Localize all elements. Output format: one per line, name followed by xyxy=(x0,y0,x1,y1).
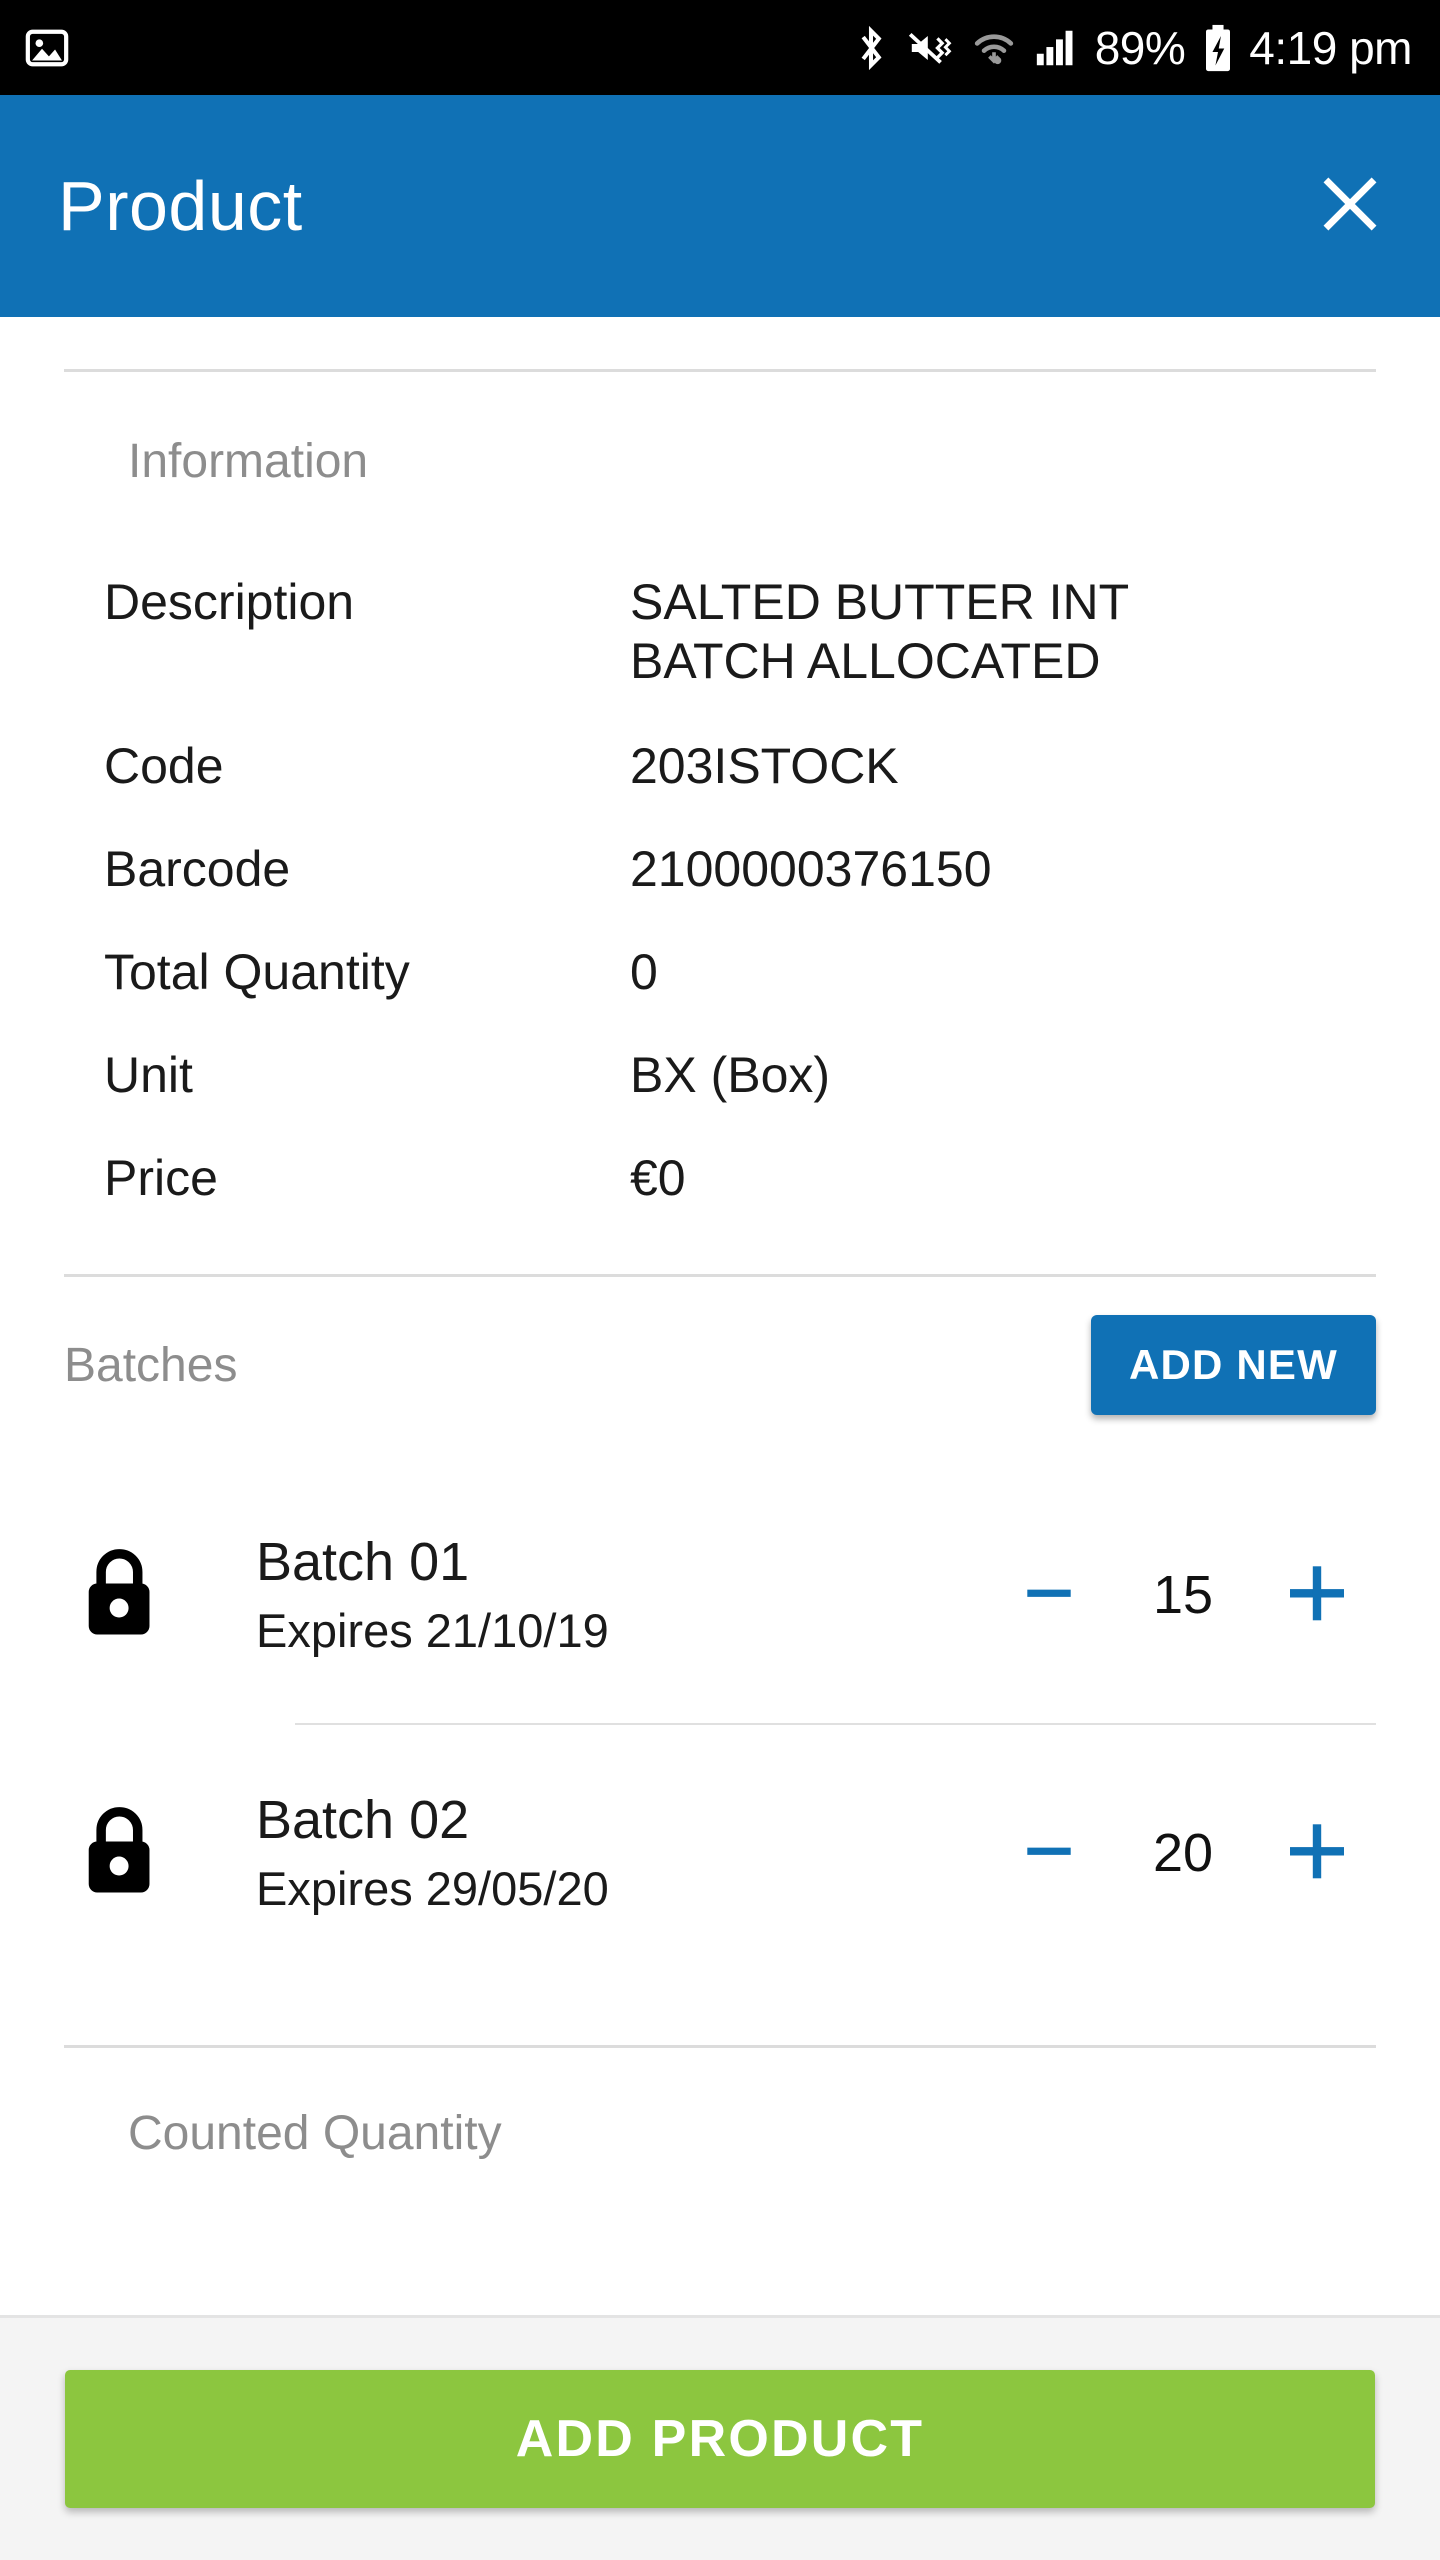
batch-row[interactable]: Batch 02 Expires 29/05/20 20 xyxy=(0,1725,1440,1981)
batch-expiry: Expires 21/10/19 xyxy=(256,1603,609,1657)
info-row-total-quantity: Total Quantity 0 xyxy=(0,943,1440,1002)
status-bar: 89% 4:19 pm xyxy=(0,0,1440,95)
info-label: Description xyxy=(104,574,355,630)
footer-bar: ADD PRODUCT xyxy=(0,2315,1440,2560)
info-row-unit: Unit BX (Box) xyxy=(0,1046,1440,1105)
batch-row[interactable]: Batch 01 Expires 21/10/19 15 xyxy=(0,1467,1440,1723)
info-label: Barcode xyxy=(104,841,291,897)
batch-name: Batch 02 xyxy=(256,1790,470,1851)
app-bar: Product xyxy=(0,95,1440,317)
batch-quantity-value[interactable]: 15 xyxy=(1108,1564,1258,1626)
battery-percent-label: 89% xyxy=(1094,21,1186,74)
clock-label: 4:19 pm xyxy=(1249,21,1412,74)
status-bar-indicators: 89% 4:19 pm xyxy=(851,21,1412,75)
info-row-price: Price €0 xyxy=(0,1149,1440,1208)
minus-icon xyxy=(1018,1562,1080,1629)
information-list: Description SALTED BUTTER INT BATCH ALLO… xyxy=(0,489,1440,1208)
decrement-button[interactable] xyxy=(990,1794,1108,1912)
page-title: Product xyxy=(58,167,303,245)
product-detail-scroll-area[interactable]: Information Description SALTED BUTTER IN… xyxy=(0,317,1440,2315)
increment-button[interactable] xyxy=(1258,1536,1376,1654)
minus-icon xyxy=(1018,1820,1080,1887)
batch-quantity-stepper: 20 xyxy=(990,1794,1376,1912)
info-label: Unit xyxy=(104,1047,193,1103)
info-row-description: Description SALTED BUTTER INT BATCH ALLO… xyxy=(0,573,1440,691)
status-bar-notifications xyxy=(24,25,70,71)
batches-section-header: Batches ADD NEW xyxy=(0,1277,1440,1453)
close-icon xyxy=(1311,165,1389,248)
info-label: Total Quantity xyxy=(104,944,410,1000)
plus-icon xyxy=(1281,1557,1353,1634)
batch-expiry: Expires 29/05/20 xyxy=(256,1861,609,1915)
bluetooth-icon xyxy=(851,23,891,73)
batch-info: Batch 02 Expires 29/05/20 xyxy=(184,1790,990,1916)
decrement-button[interactable] xyxy=(990,1536,1108,1654)
info-value: 2100000376150 xyxy=(630,841,992,897)
plus-icon xyxy=(1281,1815,1353,1892)
info-row-code: Code 203ISTOCK xyxy=(0,737,1440,796)
batch-lock-toggle[interactable] xyxy=(64,1544,184,1647)
info-value: 203ISTOCK xyxy=(630,738,899,794)
unlocked-padlock-icon xyxy=(81,1544,167,1647)
cellular-signal-icon xyxy=(1033,26,1079,70)
info-value: 0 xyxy=(630,944,658,1000)
info-label: Price xyxy=(104,1150,218,1206)
mute-vibrate-icon xyxy=(907,25,955,71)
counted-quantity-section-title: Counted Quantity xyxy=(128,2107,502,2160)
increment-button[interactable] xyxy=(1258,1794,1376,1912)
batch-quantity-stepper: 15 xyxy=(990,1536,1376,1654)
add-product-button[interactable]: ADD PRODUCT xyxy=(65,2370,1375,2508)
photo-icon xyxy=(24,25,70,71)
close-button[interactable] xyxy=(1300,156,1400,256)
batch-list: Batch 01 Expires 21/10/19 15 Batch 02 Ex… xyxy=(0,1453,1440,1981)
battery-charging-icon xyxy=(1203,24,1233,72)
wifi-icon xyxy=(971,25,1017,71)
information-section-header: Information xyxy=(0,372,1440,489)
batch-quantity-value[interactable]: 20 xyxy=(1108,1822,1258,1884)
counted-quantity-section-header: Counted Quantity xyxy=(0,2048,1440,2161)
information-section-title: Information xyxy=(128,435,369,488)
info-value: BX (Box) xyxy=(630,1047,831,1103)
batch-lock-toggle[interactable] xyxy=(64,1802,184,1905)
info-label: Code xyxy=(104,738,224,794)
batch-name: Batch 01 xyxy=(256,1532,470,1593)
info-value: €0 xyxy=(630,1150,686,1206)
unlocked-padlock-icon xyxy=(81,1802,167,1905)
info-row-barcode: Barcode 2100000376150 xyxy=(0,840,1440,899)
batch-info: Batch 01 Expires 21/10/19 xyxy=(184,1532,990,1658)
info-value: SALTED BUTTER INT BATCH ALLOCATED xyxy=(630,574,1130,689)
batches-section-title: Batches xyxy=(64,1338,238,1392)
add-new-batch-button[interactable]: ADD NEW xyxy=(1090,1315,1376,1415)
